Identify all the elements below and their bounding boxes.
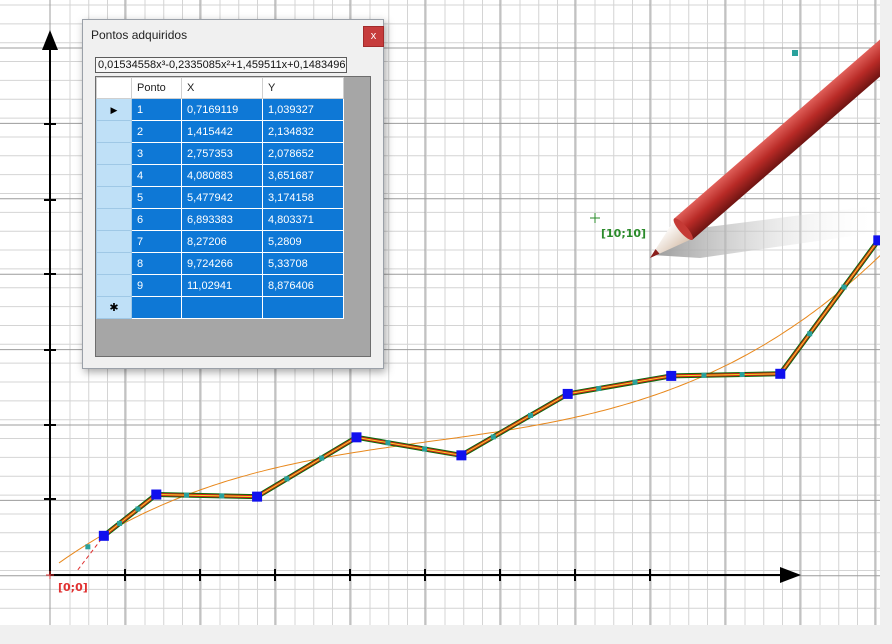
acquired-points-dialog: Pontos adquiridos x 0,01534558x³-0,23350… — [82, 19, 384, 369]
x-value-cell[interactable]: 4,080883 — [181, 164, 263, 187]
raw-sample-marker — [135, 506, 141, 512]
raw-sample-marker — [841, 284, 847, 290]
raw-sample-marker — [807, 331, 813, 337]
raw-sample-marker — [739, 372, 745, 378]
empty-cell[interactable] — [181, 296, 263, 319]
origin-label: [0;0] — [58, 581, 88, 594]
close-button[interactable]: x — [363, 26, 384, 47]
empty-cell[interactable] — [262, 296, 344, 319]
point-index-cell[interactable]: 7 — [131, 230, 182, 253]
y-value-cell[interactable]: 1,039327 — [262, 98, 344, 121]
new-row[interactable]: ✱ — [96, 296, 344, 319]
row-header[interactable] — [96, 252, 132, 275]
dialog-title: Pontos adquiridos — [91, 28, 188, 42]
point-index-cell[interactable]: 8 — [131, 252, 182, 275]
raw-sample-marker — [219, 493, 225, 499]
table-row[interactable]: 4 4,080883 3,651687 — [96, 164, 344, 187]
raw-sample-marker — [701, 372, 707, 378]
point-index-cell[interactable]: 1 — [131, 98, 182, 121]
table-row[interactable]: 3 2,757353 2,078652 — [96, 142, 344, 165]
point-index-cell[interactable]: 3 — [131, 142, 182, 165]
empty-cell[interactable] — [131, 296, 182, 319]
acquired-point — [98, 530, 109, 541]
x-axis-arrow — [780, 567, 801, 583]
raw-sample-marker — [319, 455, 325, 461]
raw-sample-marker — [385, 440, 391, 446]
row-header[interactable] — [96, 142, 132, 165]
row-header[interactable] — [96, 208, 132, 231]
x-value-cell[interactable]: 8,27206 — [181, 230, 263, 253]
row-header[interactable] — [96, 120, 132, 143]
raw-sample-marker — [490, 434, 496, 440]
fit-formula-field[interactable]: 0,01534558x³-0,2335085x²+1,459511x+0,148… — [95, 57, 347, 73]
x-value-cell[interactable]: 6,893383 — [181, 208, 263, 231]
point-index-cell[interactable]: 6 — [131, 208, 182, 231]
row-header[interactable]: ✱ — [96, 296, 132, 319]
close-icon: x — [370, 30, 377, 42]
table-row[interactable]: 2 1,415442 2,134832 — [96, 120, 344, 143]
table-row[interactable]: 6 6,893383 4,803371 — [96, 208, 344, 231]
acquired-point — [151, 489, 162, 500]
column-header-y[interactable]: Y — [262, 77, 344, 99]
row-header[interactable] — [96, 274, 132, 297]
y-value-cell[interactable]: 5,33708 — [262, 252, 344, 275]
table-row[interactable]: ▶ 1 0,7169119 1,039327 — [96, 98, 344, 121]
raw-sample-marker — [85, 544, 91, 550]
row-header[interactable] — [96, 186, 132, 209]
point-index-cell[interactable]: 5 — [131, 186, 182, 209]
raw-sample-marker — [527, 412, 533, 418]
raw-sample-marker — [632, 379, 638, 385]
acquired-point — [252, 491, 263, 502]
acquired-point — [562, 388, 573, 399]
row-pointer-icon: ▶ — [110, 104, 118, 115]
point-index-cell[interactable]: 9 — [131, 274, 182, 297]
y-value-cell[interactable]: 5,2809 — [262, 230, 344, 253]
points-table: Ponto X Y ▶ 1 0,7169119 1,039327 2 1,415442 2,… — [96, 77, 344, 319]
point-index-cell[interactable]: 2 — [131, 120, 182, 143]
leading-segment — [77, 535, 105, 571]
row-header[interactable] — [96, 230, 132, 253]
table-row[interactable]: 8 9,724266 5,33708 — [96, 252, 344, 275]
raw-sample-marker — [117, 520, 123, 526]
y-value-cell[interactable]: 4,803371 — [262, 208, 344, 231]
y-value-cell[interactable]: 2,134832 — [262, 120, 344, 143]
x-value-cell[interactable]: 9,724266 — [181, 252, 263, 275]
raw-sample-marker — [284, 476, 290, 482]
acquired-point — [351, 432, 362, 443]
table-row[interactable]: 5 5,477942 3,174158 — [96, 186, 344, 209]
x-value-cell[interactable]: 1,415442 — [181, 120, 263, 143]
x-value-cell[interactable]: 11,02941 — [181, 274, 263, 297]
row-header[interactable]: ▶ — [96, 98, 132, 121]
table-row[interactable]: 9 11,02941 8,876406 — [96, 274, 344, 297]
x-value-cell[interactable]: 2,757353 — [181, 142, 263, 165]
table-row[interactable]: 7 8,27206 5,2809 — [96, 230, 344, 253]
acquired-point — [666, 370, 677, 381]
raw-sample-marker — [184, 492, 190, 498]
acquired-point — [456, 450, 467, 461]
y-value-cell[interactable]: 8,876406 — [262, 274, 344, 297]
x-value-cell[interactable]: 5,477942 — [181, 186, 263, 209]
raw-sample-marker — [596, 386, 602, 392]
y-value-cell[interactable]: 3,651687 — [262, 164, 344, 187]
acquired-point — [775, 368, 786, 379]
raw-sample-marker — [422, 446, 428, 452]
acquired-point — [873, 235, 880, 246]
new-row-icon: ✱ — [109, 302, 119, 314]
column-header-ponto[interactable]: Ponto — [131, 77, 182, 99]
raw-sample-marker — [792, 50, 798, 56]
row-header[interactable] — [96, 164, 132, 187]
points-grid[interactable]: Ponto X Y ▶ 1 0,7169119 1,039327 2 1,415442 2,… — [95, 76, 371, 357]
column-header-x[interactable]: X — [181, 77, 263, 99]
grid-corner-header — [96, 77, 132, 99]
point-index-cell[interactable]: 4 — [131, 164, 182, 187]
x-value-cell[interactable]: 0,7169119 — [181, 98, 263, 121]
y-value-cell[interactable]: 3,174158 — [262, 186, 344, 209]
y-value-cell[interactable]: 2,078652 — [262, 142, 344, 165]
reference-point-label: [10;10] — [601, 227, 647, 240]
